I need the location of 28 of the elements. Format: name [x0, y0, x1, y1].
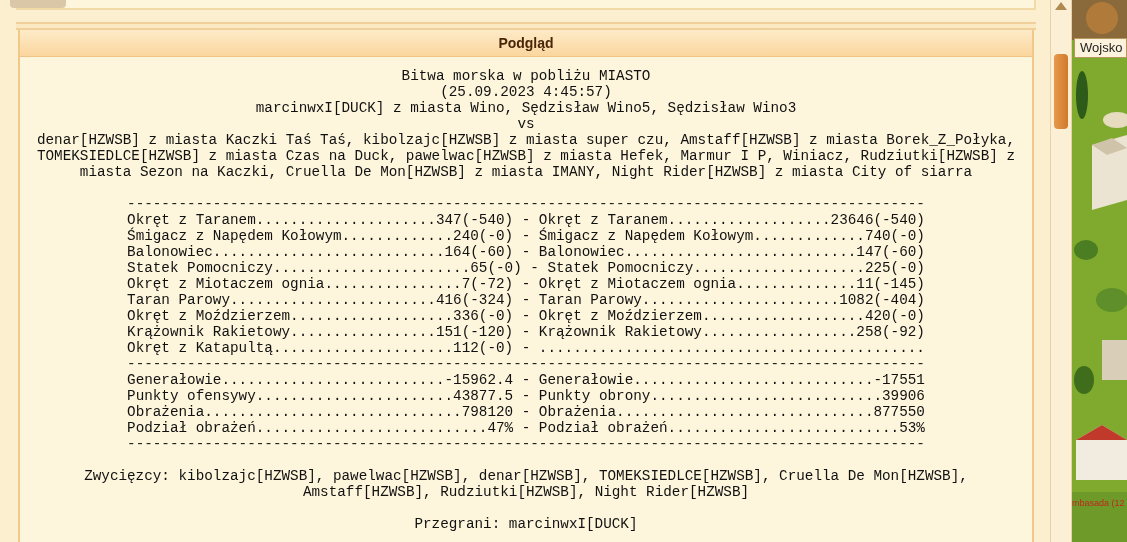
losers-text: Przegrani: marcinwxI[DUCK]	[414, 516, 638, 532]
winners-text: Zwycięzcy: kibolzajc[HZWSB], pawelwac[HZWSB], denar[HZWSB], TOMEKSIEDLCE[HZWSB], Cruella De Mon[HZWSB], Amstaff[HZWSB], Rudziutki[HZWSB], Night Rider[HZWSB]	[84, 468, 968, 500]
scrollbar-thumb[interactable]	[1054, 54, 1068, 129]
unit-row: Generałowie..........................-15962.4 - Generałowie............................-17551	[127, 372, 925, 388]
dashed-rule: ---------------------------------------------------------------------------------------------	[127, 356, 925, 372]
unit-row: Statek Pomocniczy.......................65(-0) - Statek Pomocniczy....................225(-0)	[127, 260, 925, 276]
unit-row: Śmigacz z Napędem Kołowym.............240(-0) - Śmigacz z Napędem Kołowym.............740(-0)	[127, 228, 925, 244]
panel-header: Podgląd	[20, 30, 1032, 57]
dashed-rule: ---------------------------------------------------------------------------------------------	[127, 196, 925, 212]
unit-row: Krążownik Rakietowy.................151(-120) - Krążownik Rakietowy..................258(-92)	[127, 324, 925, 340]
unit-row: Podział obrażeń...........................47% - Podział obrażeń...........................53%	[127, 420, 925, 436]
report-line: Bitwa morska w pobliżu MIASTO	[401, 68, 651, 84]
report-line: (25.09.2023 4:45:57)	[440, 84, 612, 100]
unit-row: Obrażenia..............................798120 - Obrażenia..............................877550	[127, 404, 925, 420]
unit-row: Okręt z Taranem.....................347(-540) - Okręt z Taranem...................23646(-540)	[127, 212, 925, 228]
unit-row: Okręt z Moździerzem...................336(-0) - Okręt z Moździerzem...................420(-0)	[127, 308, 925, 324]
unit-row: Okręt z Miotaczem ognia................7(-72) - Okręt z Miotaczem ognia..............11(-145)	[127, 276, 925, 292]
scrollbar[interactable]	[1050, 0, 1072, 542]
dashed-rule: ---------------------------------------------------------------------------------------------	[127, 436, 925, 452]
building-label: mbasada (12	[1072, 497, 1125, 510]
report-line: marcinwxI[DUCK] z miasta Wino, Sędzisław Wino5, Sędzisław Wino3	[255, 100, 797, 116]
unit-row: Okręt z Katapultą.....................112(-0) - .............................................	[127, 340, 925, 356]
unit-row: Punkty ofensywy.......................43877.5 - Punkty obrony...........................39906	[127, 388, 925, 404]
unit-row: Taran Parowy........................416(-324) - Taran Parowy.......................1082(-404)	[127, 292, 925, 308]
army-button[interactable]: Wojsko	[1074, 38, 1127, 58]
report-line: denar[HZWSB] z miasta Kaczki Taś Taś, kibolzajc[HZWSB] z miasta super czu, Amstaff[HZWSB] z miasta Borek_Z_Połyka, TOMEKSIEDLCE[HZWSB] z miasta Czas na Duck, pawelwac[HZWSB] z miasta Hefek, Marmur I P, Winiacz, Rudziutki[HZWSB] z miasta Sezon na Kaczki, Cruella De Mon[HZWSB] z miasta IMANY, Night Rider[HZWSB] z miasta City of siarra	[35, 132, 1017, 180]
unit-row: Balonowiec...........................164(-60) - Balonowiec...........................147(-60)	[127, 244, 925, 260]
report-line: vs	[517, 116, 535, 132]
